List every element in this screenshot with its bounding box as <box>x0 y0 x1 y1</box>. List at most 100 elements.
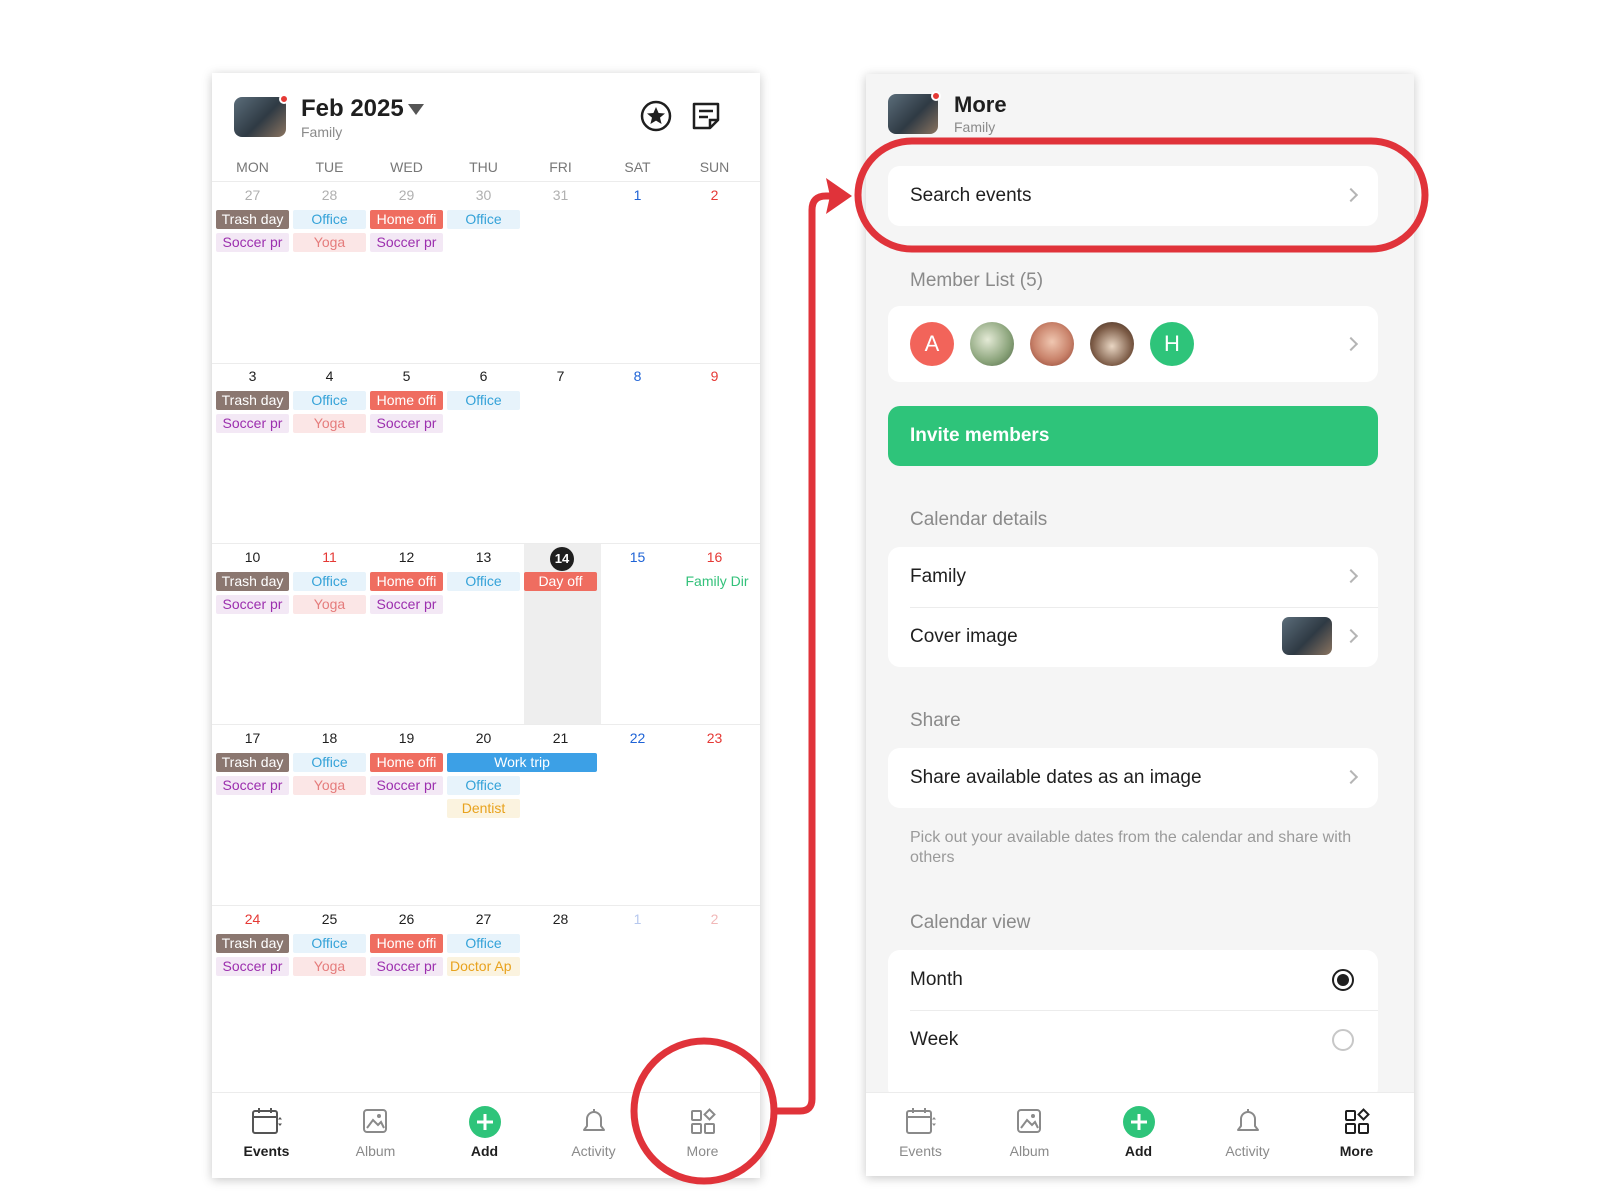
event-home-office[interactable]: Home offi <box>370 210 443 229</box>
tab-more[interactable]: More <box>1302 1093 1411 1176</box>
tab-events[interactable]: Events <box>866 1093 975 1176</box>
tab-album[interactable]: Album <box>975 1093 1084 1176</box>
event-office[interactable]: Office <box>293 753 366 772</box>
event-soccer-practice[interactable]: Soccer pr <box>216 233 289 252</box>
calendar-cover-avatar[interactable] <box>234 94 289 137</box>
day-number[interactable]: 28 <box>291 187 368 203</box>
member-avatar[interactable]: H <box>1150 322 1194 366</box>
day-number[interactable]: 8 <box>599 368 676 384</box>
event-work-trip[interactable]: Work trip <box>447 753 597 772</box>
event-soccer-practice[interactable]: Soccer pr <box>216 414 289 433</box>
event-office[interactable]: Office <box>447 210 520 229</box>
event-family-dinner[interactable]: Family Dir <box>676 572 758 591</box>
day-number[interactable]: 28 <box>522 911 599 927</box>
day-number[interactable]: 22 <box>599 730 676 746</box>
day-number[interactable]: 20 <box>445 730 522 746</box>
member-avatar[interactable]: A <box>910 322 954 366</box>
chevron-down-icon[interactable] <box>408 104 424 115</box>
day-number[interactable]: 21 <box>522 730 599 746</box>
month-option[interactable]: Month <box>888 950 1378 1010</box>
event-yoga[interactable]: Yoga <box>293 776 366 795</box>
day-number[interactable]: 11 <box>291 549 368 565</box>
event-office[interactable]: Office <box>447 934 520 953</box>
day-number[interactable]: 4 <box>291 368 368 384</box>
week-option[interactable]: Week <box>888 1010 1378 1070</box>
day-number[interactable]: 18 <box>291 730 368 746</box>
event-yoga[interactable]: Yoga <box>293 595 366 614</box>
event-soccer-practice[interactable]: Soccer pr <box>216 776 289 795</box>
event-office[interactable]: Office <box>447 776 520 795</box>
event-trash-day[interactable]: Trash day <box>216 210 289 229</box>
event-home-office[interactable]: Home offi <box>370 572 443 591</box>
search-events-row[interactable]: Search events <box>888 166 1378 226</box>
member-avatar[interactable] <box>1030 322 1074 366</box>
event-home-office[interactable]: Home offi <box>370 391 443 410</box>
family-row[interactable]: Family <box>888 547 1378 607</box>
day-number[interactable]: 31 <box>522 187 599 203</box>
event-soccer-practice[interactable]: Soccer pr <box>370 233 443 252</box>
share-dates-row[interactable]: Share available dates as an image <box>888 748 1378 808</box>
tab-events[interactable]: Events <box>212 1093 321 1178</box>
day-number[interactable]: 2 <box>676 187 753 203</box>
day-number[interactable]: 3 <box>214 368 291 384</box>
day-number[interactable]: 5 <box>368 368 445 384</box>
day-number[interactable]: 19 <box>368 730 445 746</box>
day-number[interactable]: 13 <box>445 549 522 565</box>
event-yoga[interactable]: Yoga <box>293 957 366 976</box>
month-radio[interactable] <box>1332 969 1354 991</box>
day-number[interactable]: 24 <box>214 911 291 927</box>
invite-members-button[interactable]: Invite members <box>888 406 1378 466</box>
event-trash-day[interactable]: Trash day <box>216 934 289 953</box>
day-number[interactable]: 15 <box>599 549 676 565</box>
tab-activity[interactable]: Activity <box>539 1093 648 1178</box>
member-avatar[interactable] <box>970 322 1014 366</box>
day-number[interactable]: 29 <box>368 187 445 203</box>
tab-add[interactable]: Add <box>430 1093 539 1178</box>
event-office[interactable]: Office <box>447 572 520 591</box>
month-title[interactable]: Feb 2025 <box>301 95 404 123</box>
cover-image-row[interactable]: Cover image <box>888 607 1378 667</box>
member-list-row[interactable]: A H <box>888 306 1378 382</box>
event-home-office[interactable]: Home offi <box>370 934 443 953</box>
event-office[interactable]: Office <box>293 934 366 953</box>
week-radio[interactable] <box>1332 1029 1354 1051</box>
event-soccer-practice[interactable]: Soccer pr <box>370 776 443 795</box>
member-avatar[interactable] <box>1090 322 1134 366</box>
event-soccer-practice[interactable]: Soccer pr <box>370 957 443 976</box>
event-office[interactable]: Office <box>293 391 366 410</box>
day-number[interactable]: 1 <box>599 911 676 927</box>
day-number[interactable]: 12 <box>368 549 445 565</box>
day-number[interactable]: 1 <box>599 187 676 203</box>
day-number[interactable]: 26 <box>368 911 445 927</box>
tab-more[interactable]: More <box>648 1093 757 1178</box>
event-doctor-appointment[interactable]: Doctor Ap <box>447 957 520 976</box>
event-yoga[interactable]: Yoga <box>293 233 366 252</box>
day-number[interactable]: 7 <box>522 368 599 384</box>
event-office[interactable]: Office <box>447 391 520 410</box>
star-icon[interactable] <box>638 98 674 134</box>
event-home-office[interactable]: Home offi <box>370 753 443 772</box>
day-number[interactable]: 30 <box>445 187 522 203</box>
day-number[interactable]: 17 <box>214 730 291 746</box>
event-office[interactable]: Office <box>293 572 366 591</box>
event-office[interactable]: Office <box>293 210 366 229</box>
tab-album[interactable]: Album <box>321 1093 430 1178</box>
calendar-cover-avatar[interactable] <box>888 91 941 134</box>
event-trash-day[interactable]: Trash day <box>216 391 289 410</box>
event-day-off[interactable]: Day off <box>524 572 597 591</box>
memo-icon[interactable] <box>688 98 724 134</box>
tab-add[interactable]: Add <box>1084 1093 1193 1176</box>
day-number[interactable]: 10 <box>214 549 291 565</box>
day-number[interactable]: 2 <box>676 911 753 927</box>
event-soccer-practice[interactable]: Soccer pr <box>370 414 443 433</box>
tab-activity[interactable]: Activity <box>1193 1093 1302 1176</box>
event-trash-day[interactable]: Trash day <box>216 753 289 772</box>
day-number[interactable]: 9 <box>676 368 753 384</box>
event-trash-day[interactable]: Trash day <box>216 572 289 591</box>
day-number[interactable]: 6 <box>445 368 522 384</box>
day-number[interactable]: 16 <box>676 549 753 565</box>
day-number[interactable]: 27 <box>214 187 291 203</box>
event-soccer-practice[interactable]: Soccer pr <box>216 595 289 614</box>
day-number[interactable]: 27 <box>445 911 522 927</box>
today-marker[interactable]: 14 <box>550 547 574 571</box>
